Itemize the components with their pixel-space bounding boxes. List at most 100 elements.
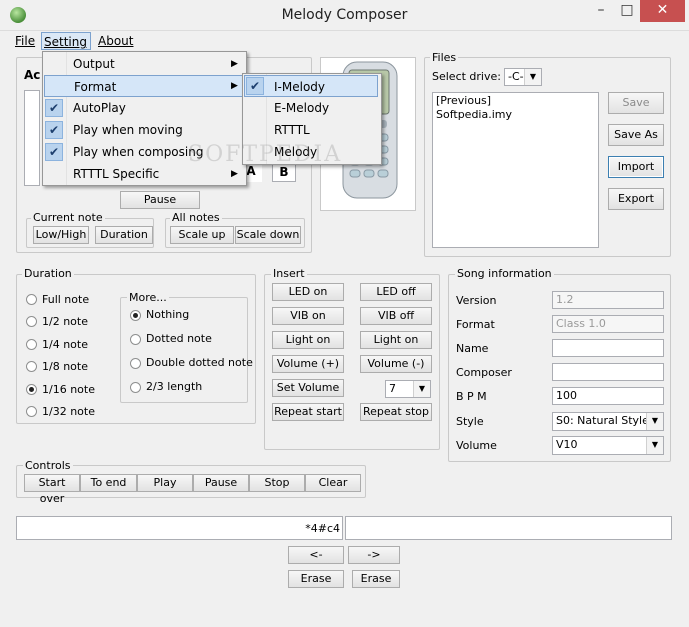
clear-button[interactable]: Clear [305, 474, 361, 492]
menu-item-output-label: Output [73, 57, 115, 71]
notes-before-cursor[interactable]: *4#c4 [16, 516, 343, 540]
menu-item-format[interactable]: Format [44, 75, 246, 97]
save-as-button[interactable]: Save As [608, 124, 664, 146]
menu-about[interactable]: About [96, 32, 135, 50]
version-field: 1.2 [552, 291, 664, 309]
song-volume-label: Volume [456, 439, 497, 452]
list-item[interactable]: Softpedia.imy [433, 108, 598, 121]
composer-field[interactable] [552, 363, 664, 381]
menu-item-output[interactable]: Output [43, 53, 246, 75]
song-volume-select[interactable]: V10 ▼ [552, 436, 664, 455]
vib-on-button[interactable]: VIB on [272, 307, 344, 325]
format-item-imelody-label: I-Melody [274, 80, 325, 94]
volume-down-button[interactable]: Volume (-) [360, 355, 432, 373]
style-select-value: S0: Natural Style [556, 414, 649, 427]
repeat-start-button[interactable]: Repeat start [272, 403, 344, 421]
menu-setting-label: Setting [44, 35, 87, 49]
menu-file[interactable]: File [13, 32, 37, 50]
format-label: Format [456, 318, 495, 331]
radio-thirtysecond-note[interactable] [26, 406, 37, 417]
close-button[interactable]: ✕ [640, 0, 685, 22]
duration-button[interactable]: Duration [95, 226, 153, 244]
start-over-button[interactable]: Start over [24, 474, 80, 505]
menu-about-label: About [98, 34, 134, 48]
bpm-label: B P M [456, 390, 487, 403]
format-item-rtttl[interactable]: RTTTL [244, 119, 378, 141]
save-button[interactable]: Save [608, 92, 664, 114]
radio-eighth-note[interactable] [26, 361, 37, 372]
erase-left-button[interactable]: Erase [288, 570, 344, 588]
insert-title: Insert [271, 267, 307, 280]
format-field: Class 1.0 [552, 315, 664, 333]
duration-title: Duration [22, 267, 74, 280]
drive-select-value: -C- [508, 70, 524, 83]
scale-up-button[interactable]: Scale up [170, 226, 234, 244]
submenu-arrow-icon: ▶ [231, 81, 238, 91]
radio-label-nothing: Nothing [146, 308, 190, 321]
list-item[interactable]: [Previous] [433, 93, 598, 108]
led-on-button[interactable]: LED on [272, 283, 344, 301]
to-end-button[interactable]: To end [80, 474, 137, 492]
repeat-stop-button[interactable]: Repeat stop [360, 403, 432, 421]
controls-title: Controls [23, 459, 73, 472]
chevron-down-icon: ▼ [646, 413, 663, 430]
format-item-imelody[interactable]: I-Melody [244, 75, 378, 97]
vib-off-button[interactable]: VIB off [360, 307, 432, 325]
scale-down-button[interactable]: Scale down [235, 226, 301, 244]
import-button[interactable]: Import [608, 156, 664, 178]
radio-quarter-note[interactable] [26, 339, 37, 350]
radio-double-dotted-note[interactable] [130, 358, 141, 369]
volume-level-select[interactable]: 7 ▼ [385, 380, 431, 398]
chevron-down-icon: ▼ [646, 437, 663, 454]
light-on-button[interactable]: Light on [272, 331, 344, 349]
move-right-button[interactable]: -> [348, 546, 400, 564]
play-button[interactable]: Play [137, 474, 193, 492]
radio-label-sixteenth-note: 1/16 note [42, 383, 95, 396]
set-volume-button[interactable]: Set Volume [272, 379, 344, 397]
maximize-button[interactable]: □ [614, 0, 640, 22]
song-volume-select-value: V10 [556, 438, 578, 451]
menu-item-play-when-moving[interactable]: Play when moving [43, 119, 246, 141]
led-off-button[interactable]: LED off [360, 283, 432, 301]
submenu-arrow-icon: ▶ [231, 59, 238, 69]
radio-label-quarter-note: 1/4 note [42, 338, 88, 351]
move-left-button[interactable]: <- [288, 546, 344, 564]
stop-button[interactable]: Stop [249, 474, 305, 492]
format-item-emelody-label: E-Melody [274, 101, 330, 115]
bpm-field[interactable]: 100 [552, 387, 664, 405]
low-high-button[interactable]: Low/High [33, 226, 89, 244]
menu-item-autoplay[interactable]: AutoPlay [43, 97, 246, 119]
format-item-rtttl-label: RTTTL [274, 123, 310, 137]
drive-select[interactable]: -C- ▼ [504, 68, 542, 86]
format-item-emelody[interactable]: E-Melody [244, 97, 378, 119]
radio-sixteenth-note[interactable] [26, 384, 37, 395]
radio-label-half-note: 1/2 note [42, 315, 88, 328]
partial-label-ac: Ac [24, 68, 41, 82]
erase-right-button[interactable]: Erase [352, 570, 400, 588]
radio-label-two-thirds-length: 2/3 length [146, 380, 203, 393]
name-field[interactable] [552, 339, 664, 357]
notes-after-cursor[interactable] [345, 516, 672, 540]
file-list[interactable]: [Previous] Softpedia.imy [432, 92, 599, 248]
all-notes-title: All notes [170, 211, 222, 224]
light-off-button[interactable]: Light on [360, 331, 432, 349]
more-title: More... [127, 291, 169, 304]
volume-up-button[interactable]: Volume (+) [272, 355, 344, 373]
controls-pause-button[interactable]: Pause [193, 474, 249, 492]
radio-full-note[interactable] [26, 294, 37, 305]
radio-half-note[interactable] [26, 316, 37, 327]
minimize-button[interactable]: – [588, 0, 614, 22]
radio-two-thirds-length[interactable] [130, 382, 141, 393]
chevron-down-icon: ▼ [524, 69, 541, 85]
menu-setting[interactable]: Setting [41, 32, 91, 50]
pause-button[interactable]: Pause [120, 191, 200, 209]
export-button[interactable]: Export [608, 188, 664, 210]
menu-item-rtttl-specific-label: RTTTL Specific [73, 167, 160, 181]
name-label: Name [456, 342, 489, 355]
style-select[interactable]: S0: Natural Style ▼ [552, 412, 664, 431]
radio-nothing[interactable] [130, 310, 141, 321]
radio-dotted-note[interactable] [130, 334, 141, 345]
checkmark-icon: ✔ [246, 77, 264, 95]
partial-list [24, 90, 40, 186]
watermark: SOFTPEDIA [188, 142, 343, 167]
